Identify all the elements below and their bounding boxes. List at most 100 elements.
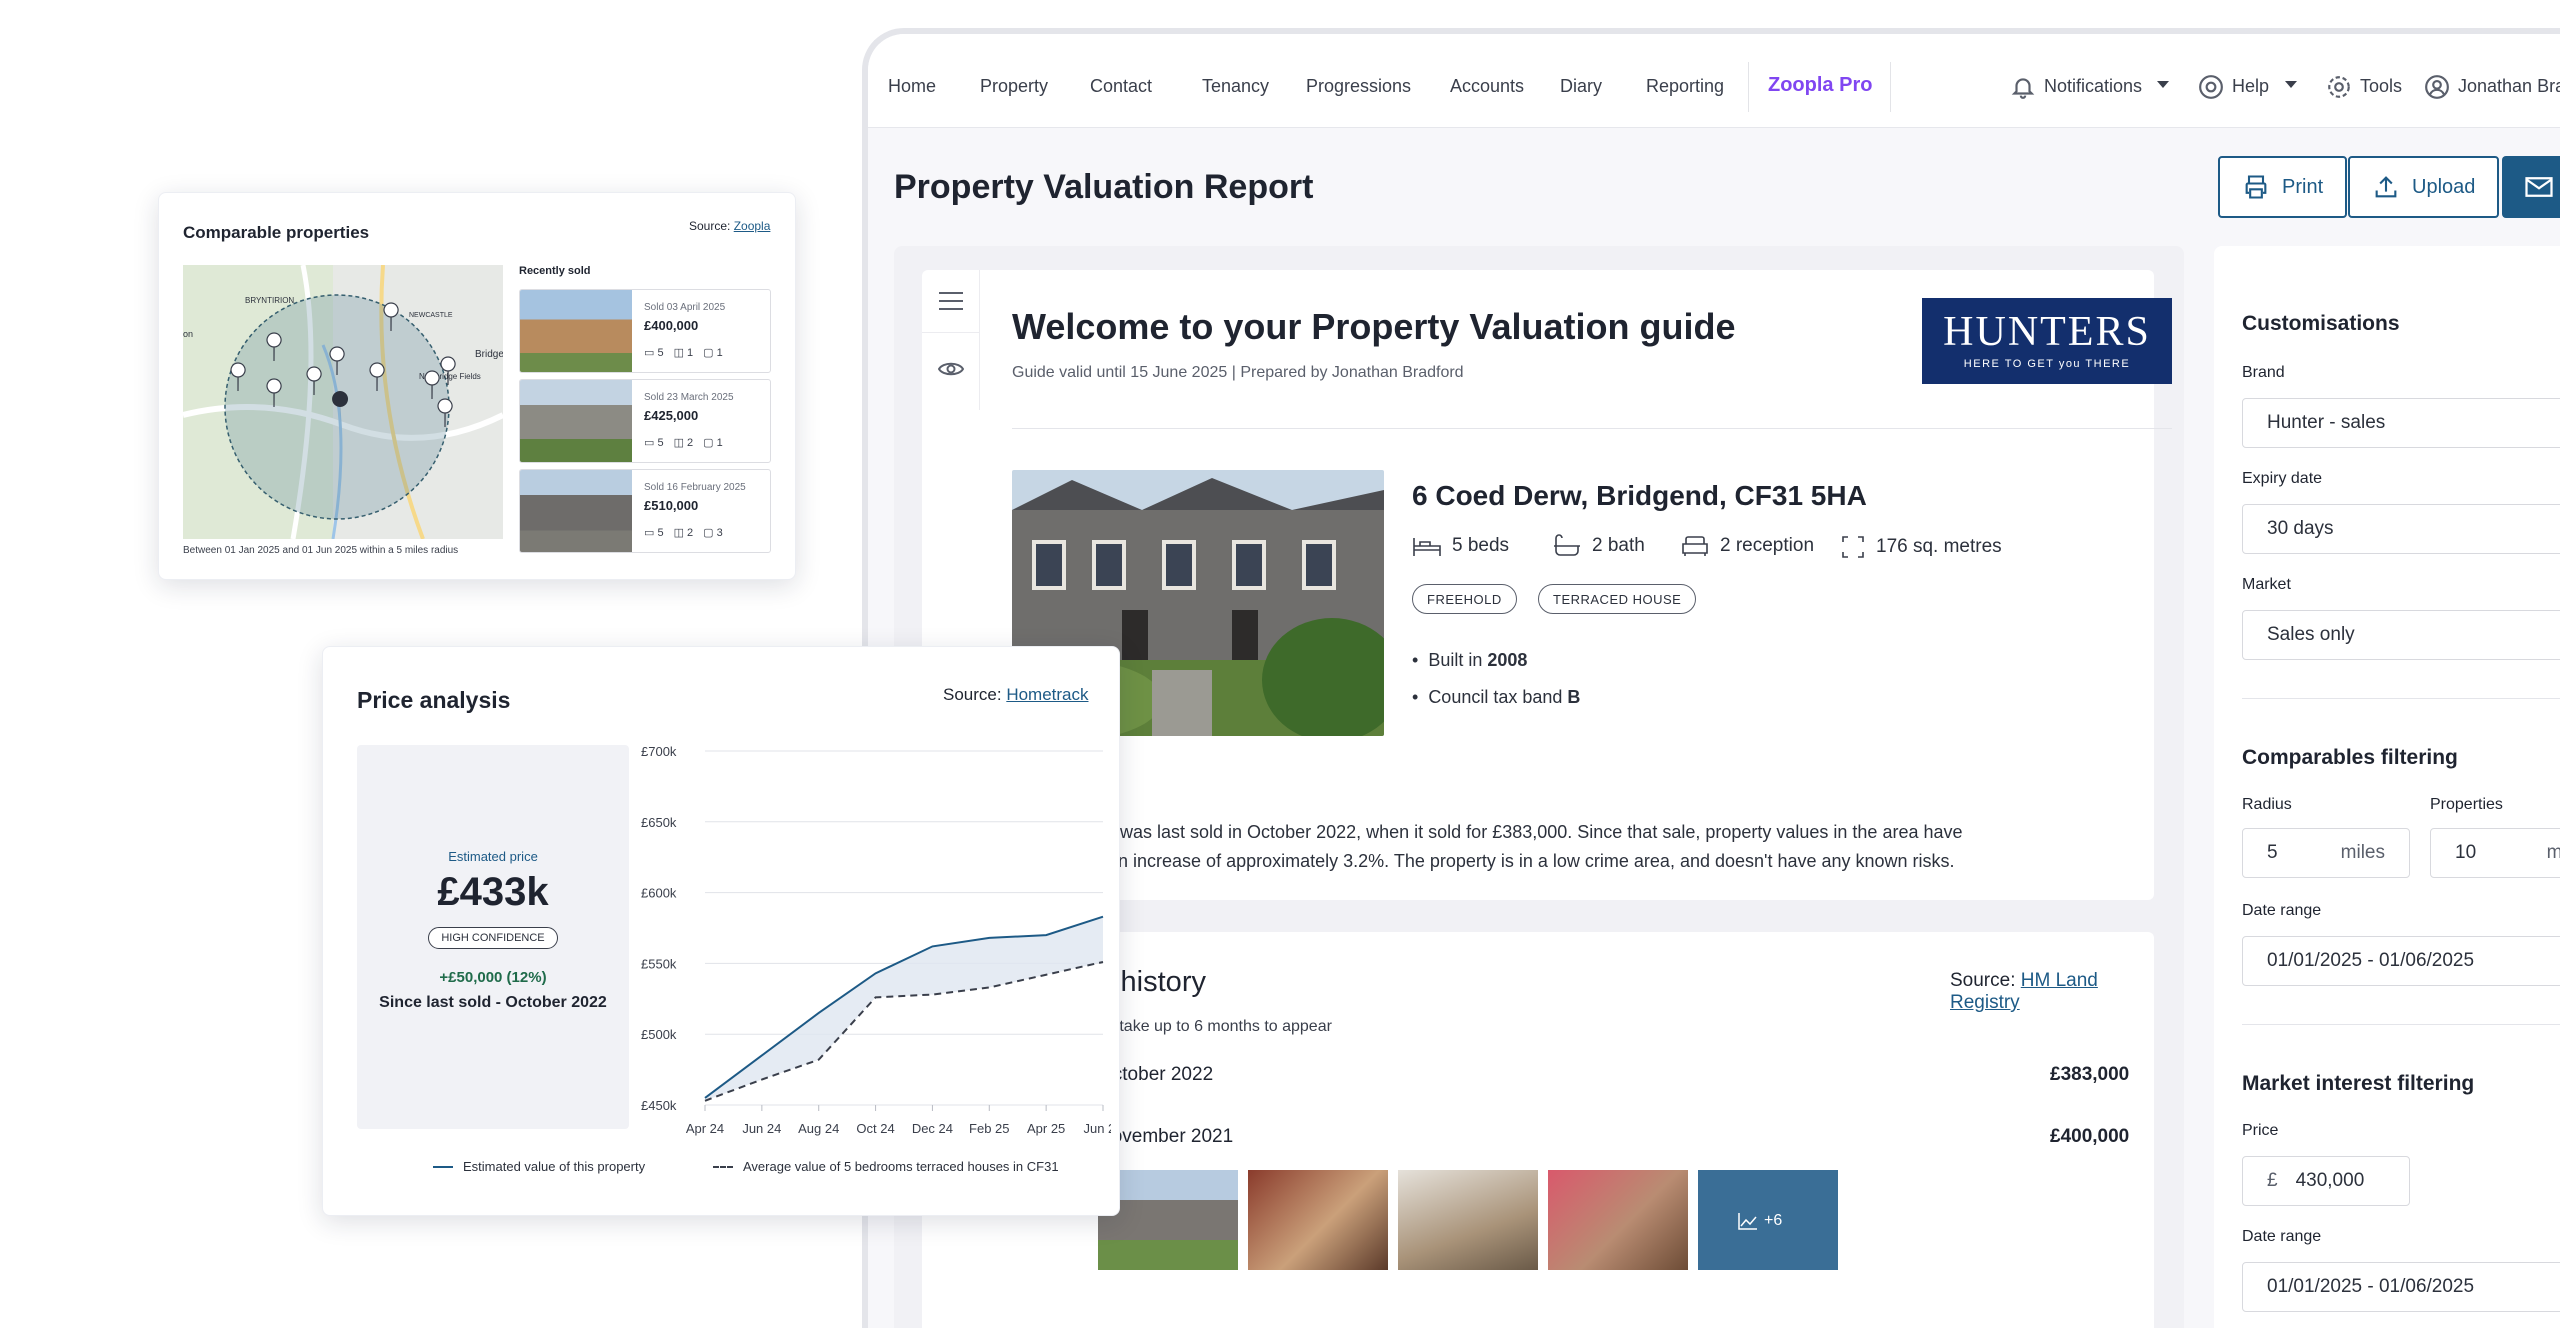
market-select[interactable]: Sales only [2242,610,2560,660]
nav-tools[interactable]: Tools [2360,76,2402,97]
sold-date: Sold 16 February 2025 [644,482,746,493]
x-tick-label: Feb 25 [969,1121,1009,1136]
bed-icon: ▭ 5 [644,526,664,539]
sold-features: ▭ 5 ◫ 2 ▢ 1 [644,436,723,449]
sold-listing[interactable]: Sold 23 March 2025 £425,000 ▭ 5 ◫ 2 ▢ 1 [519,379,771,463]
date-range-input[interactable]: 01/01/2025 - 01/06/2025 [2242,936,2560,986]
sold-date: Sold 03 April 2025 [644,302,725,313]
council-tax: • Council tax band B [1412,687,1580,708]
y-tick-label: £450k [641,1098,677,1113]
history-photo[interactable] [1548,1170,1688,1270]
nav-reporting[interactable]: Reporting [1646,76,1724,97]
sold-listing[interactable]: Sold 03 April 2025 £400,000 ▭ 5 ◫ 1 ▢ 1 [519,289,771,373]
bed-icon: ▭ 5 [644,346,664,359]
reception-label: 2 reception [1720,535,1814,557]
bath-label: 2 bath [1592,535,1645,557]
sold-photo [520,380,632,463]
date-range-value: 01/01/2025 - 01/06/2025 [2267,950,2474,972]
brand-value: Hunter - sales [2267,412,2385,434]
hometrack-link[interactable]: Hometrack [1006,685,1088,704]
y-tick-label: £650k [641,815,677,830]
bath-icon [1552,534,1582,558]
nav-progressions[interactable]: Progressions [1306,76,1411,97]
brand-select[interactable]: Hunter - sales [2242,398,2560,448]
upload-label: Upload [2412,176,2475,199]
chevron-down-icon[interactable] [2156,80,2170,90]
x-tick-label: Oct 24 [856,1121,894,1136]
logo-wordmark: HUNTERS [1922,308,2172,356]
bath-count: 1 [687,347,693,359]
history-photo[interactable] [1248,1170,1388,1270]
upload-button[interactable]: Upload [2348,156,2499,218]
x-tick-label: Dec 24 [912,1121,953,1136]
area-band [705,917,1103,1101]
nav-diary[interactable]: Diary [1560,76,1602,97]
nav-user-name[interactable]: Jonathan Brad [2458,76,2560,97]
email-button[interactable] [2502,156,2560,218]
feature-reception: 2 reception [1680,534,1814,558]
history-price: £383,000 [2050,1064,2129,1086]
bed-icon [1412,534,1442,558]
sold-price: £425,000 [644,408,698,423]
price-input[interactable]: £ 430,000 [2242,1156,2410,1206]
rail-divider [922,332,980,333]
radius-input[interactable]: 5 miles [2242,828,2410,878]
sold-price: £510,000 [644,498,698,513]
nav-accounts[interactable]: Accounts [1450,76,1524,97]
upload-icon [2372,173,2400,201]
y-tick-label: £600k [641,886,677,901]
eye-icon[interactable] [938,360,964,378]
nav-contact[interactable]: Contact [1090,76,1152,97]
help-icon [2198,74,2224,100]
nav-zoopla-pro[interactable]: Zoopla Pro [1768,74,1872,97]
history-photo[interactable] [1398,1170,1538,1270]
legend-item: Average value of 5 bedrooms terraced hou… [713,1159,1059,1174]
sold-features: ▭ 5 ◫ 2 ▢ 3 [644,526,723,539]
more-photos-tile[interactable]: +6 [1698,1170,1838,1270]
user-icon [2424,74,2450,100]
history-note: ay take up to 6 months to appear [1098,1018,1332,1036]
properties-value: 10 [2455,842,2476,864]
sofa-icon: ▢ 1 [703,346,723,359]
beds-count: 5 [657,347,663,359]
brand-label: Brand [2242,364,2285,382]
legend-item: Estimated value of this property [433,1159,645,1174]
source-label: Source: [943,685,1006,704]
nav-help[interactable]: Help [2232,76,2269,97]
expiry-label: Expiry date [2242,470,2322,488]
market-label: Market [2242,576,2291,594]
nav-property[interactable]: Property [980,76,1048,97]
nav-notifications[interactable]: Notifications [2044,76,2142,97]
date-range-input[interactable]: 01/01/2025 - 01/06/2025 [2242,1262,2560,1312]
properties-input[interactable]: 10 ma [2430,828,2560,878]
welcome-heading: Welcome to your Property Valuation guide [1012,306,1735,348]
customisation-sidebar: Customisations Brand Hunter - sales Expi… [2214,246,2560,1328]
reception-count: 1 [717,347,723,359]
customisations-heading: Customisations [2242,312,2400,336]
print-button[interactable]: Print [2218,156,2347,218]
x-tick-label: Jun 24 [742,1121,781,1136]
mail-icon [2524,174,2554,200]
y-tick-label: £550k [641,956,677,971]
bell-icon [2010,74,2036,100]
price-label: Price [2242,1122,2278,1140]
date-range-label: Date range [2242,902,2321,920]
nav-home[interactable]: Home [888,76,936,97]
built-value: 2008 [1487,650,1527,670]
nav-tenancy[interactable]: Tenancy [1202,76,1269,97]
divider [2242,1024,2560,1025]
comparables-map[interactable]: BRYNTIRION NEWCASTLE Bridge Newbridge Fi… [183,265,503,539]
zoopla-link[interactable]: Zoopla [734,219,771,233]
x-tick-label: Apr 24 [686,1121,724,1136]
tenure-tag: FREEHOLD [1412,584,1517,614]
reception-count: 1 [717,437,723,449]
menu-icon[interactable] [938,290,964,312]
x-tick-label: Apr 25 [1027,1121,1065,1136]
nav-divider [1748,62,1749,112]
sold-listing[interactable]: Sold 16 February 2025 £510,000 ▭ 5 ◫ 2 ▢… [519,469,771,553]
expiry-select[interactable]: 30 days [2242,504,2560,554]
map-label: Bridge [475,349,503,360]
chevron-down-icon[interactable] [2284,80,2298,90]
expiry-value: 30 days [2267,518,2334,540]
print-label: Print [2282,176,2323,199]
